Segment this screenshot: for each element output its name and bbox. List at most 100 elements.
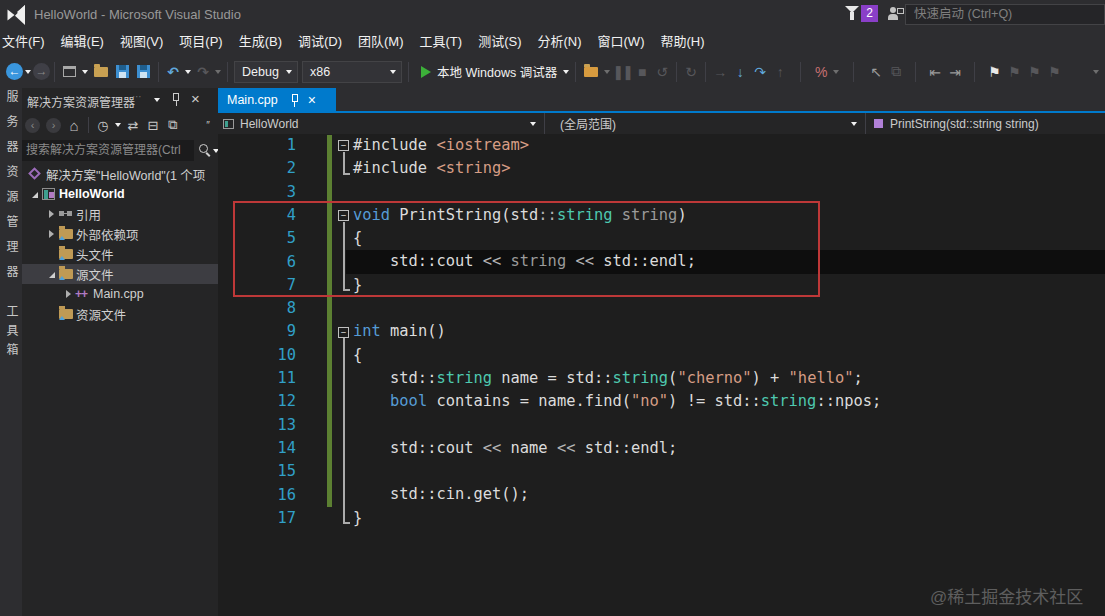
code-line-10: { xyxy=(353,344,881,367)
solution-explorer-search-input[interactable]: 搜索解决方案资源管理器(Ctrl xyxy=(22,140,194,161)
navigate-forward-button[interactable]: → xyxy=(33,60,50,84)
save-all-button[interactable] xyxy=(133,60,154,84)
se-forward-button[interactable]: › xyxy=(46,118,61,133)
tree-item-label: 引用 xyxy=(76,205,101,224)
new-project-dropdown[interactable] xyxy=(82,70,88,74)
menu-调试(D)[interactable]: 调试(D) xyxy=(290,28,350,55)
pending-changes-filter-icon[interactable]: ◷ xyxy=(93,118,113,133)
pin-panel-icon[interactable] xyxy=(171,93,181,106)
menu-测试(S)[interactable]: 测试(S) xyxy=(470,28,529,55)
se-back-button[interactable]: ‹ xyxy=(25,118,40,133)
step-into-button[interactable]: ↓ xyxy=(730,60,750,84)
tree-item-Main.cpp[interactable]: ++Main.cpp xyxy=(22,284,218,304)
navigate-back-dropdown[interactable] xyxy=(25,70,31,74)
tab-main-cpp[interactable]: Main.cpp × xyxy=(218,88,336,111)
start-debugging-button[interactable]: 本地 Windows 调试器 xyxy=(413,60,571,84)
solution-platforms-combo[interactable]: x86 xyxy=(302,61,402,83)
undo-dropdown[interactable] xyxy=(185,70,191,74)
menu-窗口(W)[interactable]: 窗口(W) xyxy=(590,28,653,55)
home-icon[interactable]: ⌂ xyxy=(64,117,84,134)
tab-pin-icon[interactable] xyxy=(290,94,300,106)
next-bookmark-button[interactable]: ⚑ xyxy=(1024,60,1044,84)
undo-button[interactable]: ↶ xyxy=(163,60,183,84)
properties-icon[interactable]: ⧉ xyxy=(163,117,183,133)
tab-close-icon[interactable]: × xyxy=(308,92,316,108)
tree-expand-arrow[interactable] xyxy=(45,227,58,241)
show-next-statement-button[interactable]: → xyxy=(710,60,730,84)
step-out-button[interactable]: ↑ xyxy=(770,60,790,84)
stop-button[interactable]: ■ xyxy=(632,60,652,84)
sync-with-active-document-icon[interactable]: ⇄ xyxy=(123,118,143,133)
quick-launch-search[interactable]: 快速启动 (Ctrl+Q) xyxy=(905,4,1105,25)
scope-dropdown[interactable]: (全局范围) xyxy=(545,113,866,134)
copy-button[interactable]: ⧉ xyxy=(886,60,906,84)
collapse-all-icon[interactable]: ⊟ xyxy=(143,118,163,133)
pause-button[interactable]: ❚❚ xyxy=(612,60,632,84)
menu-项目(P)[interactable]: 项目(P) xyxy=(171,28,230,55)
menu-帮助(H)[interactable]: 帮助(H) xyxy=(652,28,712,55)
tree-item-label: 源文件 xyxy=(76,265,114,284)
increase-indent-button[interactable]: ⇥ xyxy=(945,60,965,84)
prev-bookmark-button[interactable]: ⚑ xyxy=(1004,60,1024,84)
attach-to-process-button[interactable] xyxy=(580,60,602,84)
menu-视图(V)[interactable]: 视图(V) xyxy=(112,28,171,55)
notification-count-badge[interactable]: 2 xyxy=(861,5,878,22)
project-icon xyxy=(41,186,59,202)
tree-item-解决方案"HelloWorld"(1 个项[interactable]: 解决方案"HelloWorld"(1 个项 xyxy=(22,164,218,184)
notifications-funnel-icon[interactable] xyxy=(845,6,859,21)
tree-item-头文件[interactable]: 头文件 xyxy=(22,244,218,264)
tree-expand-arrow[interactable] xyxy=(62,287,75,301)
save-button[interactable] xyxy=(112,60,133,84)
panel-menu-dropdown[interactable] xyxy=(154,98,160,102)
menu-编辑(E)[interactable]: 编辑(E) xyxy=(53,28,112,55)
collapse-region-box[interactable]: − xyxy=(338,327,349,338)
tree-item-label: 外部依赖项 xyxy=(76,225,139,244)
hex-display-button[interactable]: % xyxy=(811,60,831,84)
feedback-icon[interactable] xyxy=(888,6,904,22)
menu-文件(F)[interactable]: 文件(F) xyxy=(0,28,53,55)
member-dropdown[interactable]: PrintString(std::string string) xyxy=(866,113,1105,134)
solution-configurations-combo[interactable]: Debug xyxy=(234,61,298,83)
search-icon[interactable] xyxy=(198,143,212,157)
tree-item-外部依赖项[interactable]: 外部依赖项 xyxy=(22,224,218,244)
code-line-13 xyxy=(353,414,881,437)
se-overflow-icon[interactable]: ″ xyxy=(198,120,218,131)
navigate-back-button[interactable]: ← xyxy=(6,60,23,84)
play-icon xyxy=(421,66,431,78)
project-dropdown[interactable]: HelloWorld xyxy=(218,113,545,134)
decrease-indent-button[interactable]: ⇤ xyxy=(925,60,945,84)
editor-pane: Main.cpp × HelloWorld (全局范围) PrintString… xyxy=(218,88,1105,616)
bookmark-button[interactable]: ⚑ xyxy=(984,60,1004,84)
code-line-17: } xyxy=(353,507,881,530)
tree-item-源文件[interactable]: 源文件 xyxy=(22,264,218,284)
code-line-9: int main() xyxy=(353,320,881,343)
tree-item-引用[interactable]: 引用 xyxy=(22,204,218,224)
refresh-button[interactable]: ↻ xyxy=(681,60,701,84)
window-title: HelloWorld - Microsoft Visual Studio xyxy=(34,7,241,22)
collapse-region-box[interactable]: − xyxy=(338,140,349,151)
redo-dropdown[interactable] xyxy=(215,70,221,74)
tree-expand-arrow[interactable] xyxy=(45,267,58,281)
tree-expand-arrow[interactable] xyxy=(28,187,41,201)
tree-item-HelloWorld[interactable]: HelloWorld xyxy=(22,184,218,204)
restart-button[interactable]: ↺ xyxy=(652,60,672,84)
close-panel-icon[interactable]: × xyxy=(191,90,200,107)
tree-item-资源文件[interactable]: 资源文件 xyxy=(22,304,218,324)
new-project-button[interactable] xyxy=(59,60,80,84)
menu-工具(T)[interactable]: 工具(T) xyxy=(412,28,471,55)
selection-button[interactable]: ↖ xyxy=(866,60,886,84)
solution-explorer-toolbar: ‹ › ⌂ ◷ ⇄ ⊟ ⧉ ″ xyxy=(22,112,218,138)
side-tab-toolbox[interactable]: 工具箱 xyxy=(3,305,20,362)
tree-expand-arrow[interactable] xyxy=(45,207,58,221)
menu-团队(M)[interactable]: 团队(M) xyxy=(350,28,412,55)
clear-bookmarks-button[interactable]: ⚑ xyxy=(1044,60,1064,84)
ref-icon xyxy=(58,206,76,222)
code-editor[interactable]: 1234567891011121314151617 −−− #include <… xyxy=(218,134,1105,616)
open-file-button[interactable] xyxy=(90,60,112,84)
code-text: #include <iostream>#include <string>void… xyxy=(353,134,881,530)
step-over-button[interactable]: ↷ xyxy=(750,60,770,84)
menu-分析(N)[interactable]: 分析(N) xyxy=(529,28,589,55)
menu-生成(B)[interactable]: 生成(B) xyxy=(231,28,290,55)
side-tab-server-explorer[interactable]: 服务器资源管理器 xyxy=(3,90,20,290)
redo-button[interactable]: ↷ xyxy=(193,60,213,84)
